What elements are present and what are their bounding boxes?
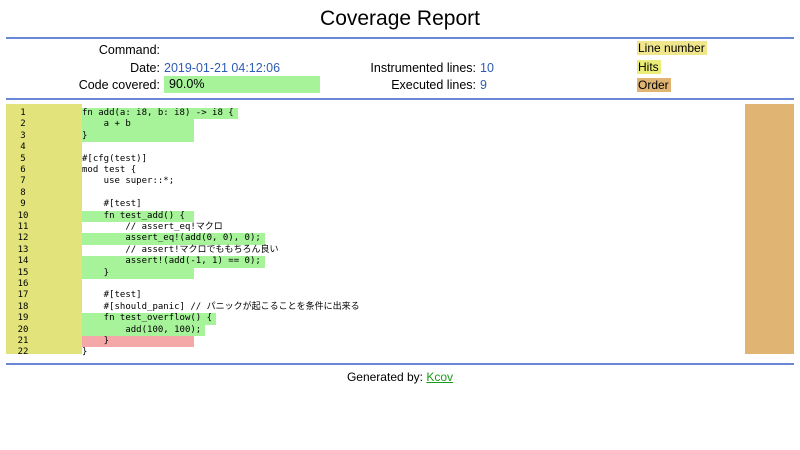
- instrumented-lines-value: 10: [480, 61, 494, 75]
- code-text: fn add(a: i8, b: i8) -> i8 {: [82, 108, 238, 120]
- executed-lines-value: 9: [480, 78, 487, 92]
- date-label: Date:: [130, 61, 160, 75]
- header-divider-top: [6, 37, 794, 39]
- code-line: 22}: [6, 347, 745, 358]
- instrumented-lines-label: Instrumented lines:: [370, 61, 476, 75]
- line-number: 20: [17, 324, 29, 335]
- legend-line-number: Line number: [637, 41, 707, 55]
- code-text: #[test]: [82, 290, 142, 301]
- page-title: Coverage Report: [320, 7, 480, 30]
- kcov-link[interactable]: Kcov: [426, 370, 453, 384]
- code-text: assert!(add(-1, 1) == 0);: [82, 256, 265, 268]
- date-value: 2019-01-21 04:12:06: [164, 61, 281, 75]
- line-number: 12: [17, 233, 29, 244]
- line-number: 7: [20, 176, 26, 187]
- code-text: #[cfg(test)]: [82, 153, 148, 164]
- line-number: 19: [17, 313, 29, 324]
- executed-lines-label: Executed lines:: [391, 78, 476, 92]
- code-text: }: [82, 267, 194, 279]
- code-line: 5 #[cfg(test)]: [6, 154, 745, 165]
- code-line: 10 fn test_add() {: [6, 210, 745, 222]
- code-text: #[test]: [82, 199, 142, 210]
- code-line: 4: [6, 142, 745, 153]
- code-covered-label: Code covered:: [78, 78, 160, 92]
- legend-order: Order: [637, 78, 671, 92]
- line-number: 11: [17, 222, 29, 232]
- legend-hits: Hits: [637, 60, 661, 74]
- code-text: a + b: [82, 119, 194, 131]
- code-text: assert_eq!(add(0, 0), 0);: [82, 233, 265, 245]
- line-number: 8: [20, 187, 26, 198]
- code-line: 18 #[should_panic] // パニックが起こることを条件に出来る: [6, 302, 745, 313]
- code-line: 17 #[test]: [6, 290, 745, 301]
- code-line: 21 }: [6, 336, 745, 348]
- code-line: 2 a + b: [6, 119, 745, 131]
- generated-by-label: Generated by:: [346, 370, 424, 384]
- code-line: 16: [6, 279, 745, 290]
- code-text: }: [82, 130, 194, 143]
- code-text: fn test_add() {: [82, 210, 194, 222]
- code-line: 9 #[test]: [6, 199, 745, 210]
- line-number: 3: [20, 130, 26, 141]
- line-number: 21: [17, 336, 29, 346]
- code-line: 8: [6, 188, 745, 199]
- code-text: }: [82, 347, 88, 358]
- command-label: Command:: [98, 43, 160, 57]
- line-number: 18: [17, 301, 29, 312]
- code-text: use super::*;: [82, 176, 175, 187]
- code-line: 13 // assert!マクロでももちろん良い: [6, 245, 745, 256]
- line-number: 17: [17, 290, 29, 301]
- line-number: 10: [17, 210, 29, 221]
- code-line: 15 }: [6, 267, 745, 279]
- line-number: 16: [17, 279, 29, 289]
- code-line: 3}: [6, 130, 745, 143]
- code-text: fn test_overflow() {: [82, 313, 217, 325]
- line-number: 6: [20, 165, 26, 175]
- code-line: 14 assert!(add(-1, 1) == 0);: [6, 256, 745, 268]
- code-text: }: [82, 336, 194, 348]
- code-text: mod test {: [82, 165, 137, 175]
- line-number: 14: [17, 256, 29, 267]
- line-number: 1: [20, 108, 26, 118]
- line-number: 15: [17, 267, 29, 278]
- code-covered-value: 90.0%: [164, 76, 320, 93]
- line-number: 13: [17, 244, 29, 255]
- footer: Generated by: Kcov: [0, 369, 800, 385]
- code-line: 1 fn add(a: i8, b: i8) -> i8 {: [6, 108, 745, 120]
- line-number: 2: [20, 119, 26, 130]
- code-line: 20 add(100, 100);: [6, 324, 745, 336]
- line-number: 22: [17, 347, 29, 358]
- line-number: 4: [20, 142, 26, 153]
- code-line: 6 mod test {: [6, 165, 745, 176]
- source-code-listing: 1 fn add(a: i8, b: i8) -> i8 {2 a + b 3} 4 5…: [6, 104, 794, 357]
- code-text: add(100, 100);: [82, 324, 206, 336]
- code-line: 11 // assert_eq!マクロ: [6, 222, 745, 233]
- code-line: 7 use super::*;: [6, 176, 745, 187]
- code-text: #[should_panic] // パニックが起こることを条件に出来る: [82, 301, 360, 312]
- header-divider-bottom: [6, 98, 794, 100]
- code-line: 12 assert_eq!(add(0, 0), 0);: [6, 233, 745, 245]
- code-text: // assert_eq!マクロ: [82, 222, 223, 232]
- code-line: 19 fn test_overflow() {: [6, 313, 745, 325]
- code-text: // assert!マクロでももちろん良い: [82, 244, 279, 255]
- footer-divider: [6, 363, 794, 365]
- line-number: 9: [20, 199, 26, 210]
- line-number: 5: [20, 153, 26, 164]
- order-column: [745, 104, 794, 354]
